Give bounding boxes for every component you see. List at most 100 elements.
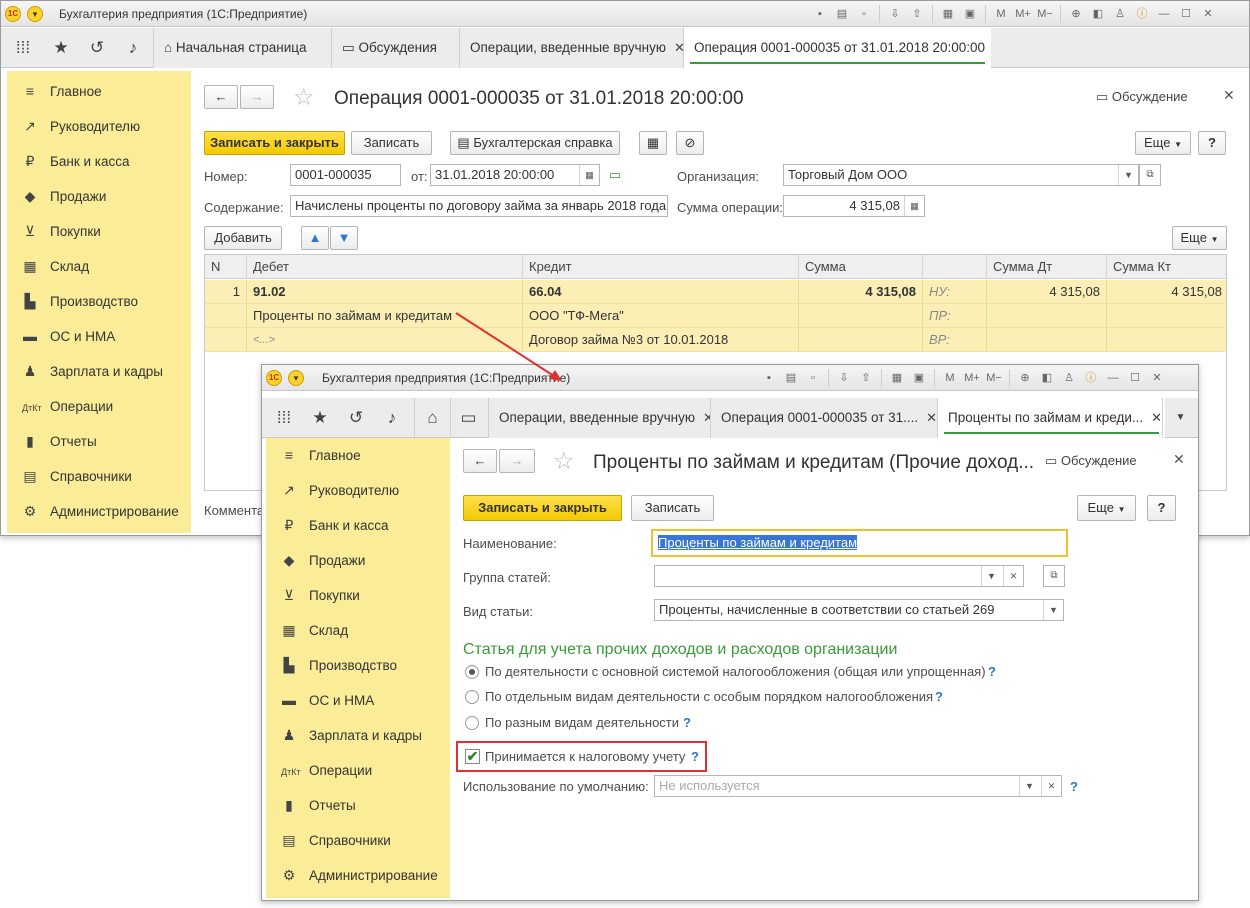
sidebar-item-admin[interactable]: ⚙ Администрирование — [22, 494, 179, 529]
calendar-icon[interactable]: ▣ — [910, 369, 928, 387]
sidebar-item-production[interactable]: ▙ Производство — [281, 648, 397, 683]
sidebar-item-main[interactable]: ≡ Главное — [281, 438, 361, 473]
import-icon[interactable]: ⇩ — [835, 369, 853, 387]
help-button[interactable]: ? — [1198, 131, 1226, 155]
zoom-icon[interactable]: ⊕ — [1016, 369, 1034, 387]
back-button[interactable]: ← — [204, 85, 238, 109]
sidebar-item-bank[interactable]: ₽ Банк и касса — [22, 144, 130, 179]
save-close-button[interactable]: Записать и закрыть — [204, 131, 345, 155]
sidebar-item-assets[interactable]: ▬ ОС и НМА — [281, 683, 374, 718]
col-sum-kt[interactable]: Сумма Кт — [1107, 255, 1228, 279]
help-button[interactable]: ? — [1147, 495, 1176, 521]
zoom-icon[interactable]: ⊕ — [1067, 5, 1085, 23]
close-icon[interactable]: ✕ — [1199, 5, 1217, 23]
close-icon[interactable]: ✕ — [1148, 369, 1166, 387]
sidebar-item-bank[interactable]: ₽ Банк и касса — [281, 508, 389, 543]
name-field[interactable]: Проценты по займам и кредитам — [651, 529, 1068, 557]
memory-plus-icon[interactable]: M+ — [963, 369, 981, 387]
sidebar-item-admin[interactable]: ⚙ Администрирование — [281, 858, 438, 893]
memory-m-icon[interactable]: M — [941, 369, 959, 387]
discussion-link[interactable]: ▭ Обсуждение — [1096, 89, 1188, 105]
notifications-bell-icon[interactable]: ♪ — [374, 398, 410, 438]
default-usage-field[interactable]: Не используется ▼ ✕ — [654, 775, 1062, 797]
sidebar-item-sales[interactable]: ◆ Продажи — [281, 543, 366, 578]
history-icon[interactable]: ↺ — [338, 398, 374, 438]
close-tab-icon[interactable]: ✕ — [1151, 410, 1162, 425]
tab-operation[interactable]: Операция 0001-000035 от 31.01.2018 20:00… — [683, 28, 991, 68]
close-tab-icon[interactable]: ✕ — [674, 40, 683, 55]
forward-button[interactable]: → — [499, 449, 535, 473]
structure-button[interactable]: ▦ — [639, 131, 667, 155]
table-row[interactable]: 1 91.02 66.04 4 315,08 НУ: 4 315,08 4 31… — [205, 280, 1226, 304]
info-icon[interactable]: ⓘ — [1082, 369, 1100, 387]
help-question-icon[interactable]: ? — [691, 749, 699, 764]
favorites-star-icon[interactable]: ★ — [43, 28, 79, 68]
home-icon[interactable]: ⌂ — [414, 398, 450, 438]
tab-operation[interactable]: Операция 0001-000035 от 31.... ✕ — [710, 398, 937, 438]
organization-field[interactable]: Торговый Дом ООО ▼ — [783, 164, 1139, 186]
sidebar-item-catalogs[interactable]: ▤ Справочники — [22, 459, 131, 494]
add-row-button[interactable]: Добавить — [204, 226, 282, 250]
help-question-icon[interactable]: ? — [935, 689, 943, 704]
sidebar-item-sales[interactable]: ◆ Продажи — [22, 179, 107, 214]
col-n[interactable]: N — [205, 255, 247, 279]
number-field[interactable]: 0001-000035 — [290, 164, 401, 186]
calculator-icon[interactable]: ▦ — [939, 5, 957, 23]
close-tab-icon[interactable]: ✕ — [926, 410, 937, 425]
calendar-icon[interactable]: ▦ — [579, 165, 599, 185]
forward-button[interactable]: → — [240, 85, 274, 109]
move-down-button[interactable]: ▼ — [330, 226, 358, 250]
sidebar-item-salary[interactable]: ♟ Зарплата и кадры — [22, 354, 163, 389]
radio-special-order[interactable] — [465, 690, 479, 704]
attach-button[interactable]: ⊘ — [676, 131, 704, 155]
import-icon[interactable]: ⇩ — [886, 5, 904, 23]
apps-grid-icon[interactable]: ⁞⁞⁞ — [266, 398, 302, 438]
sidebar-item-warehouse[interactable]: ▦ Склад — [281, 613, 348, 648]
radio-main-system-label[interactable]: По деятельности с основной системой нало… — [485, 664, 986, 679]
radio-main-system[interactable] — [465, 665, 479, 679]
save-icon[interactable]: ▪ — [811, 5, 829, 23]
col-sum[interactable]: Сумма — [799, 255, 923, 279]
favorites-star-icon[interactable]: ★ — [302, 398, 338, 438]
sidebar-item-catalogs[interactable]: ▤ Справочники — [281, 823, 390, 858]
sidebar-item-operations[interactable]: ДтКт Операции — [281, 753, 372, 788]
table-more-button[interactable]: Еще ▼ — [1172, 226, 1227, 250]
notifications-bell-icon[interactable]: ♪ — [115, 28, 151, 68]
memory-minus-icon[interactable]: M− — [1036, 5, 1054, 23]
sidebar-item-main[interactable]: ≡ Главное — [22, 74, 102, 109]
chevron-down-icon[interactable]: ▼ — [1043, 600, 1063, 620]
doc-link-icon[interactable]: ▭ — [609, 167, 621, 183]
content-field[interactable]: Начислены проценты по договору займа за … — [290, 195, 668, 217]
sidebar-item-purchases[interactable]: ⊻ Покупки — [22, 214, 101, 249]
save-icon[interactable]: ▪ — [760, 369, 778, 387]
chevron-down-icon[interactable]: ▼ — [1019, 776, 1039, 796]
group-field[interactable]: ▼ ✕ — [654, 565, 1024, 587]
main-menu-icon[interactable]: ▾ — [27, 6, 43, 22]
minimize-icon[interactable]: — — [1104, 369, 1122, 387]
favorite-star-icon[interactable]: ☆ — [293, 83, 315, 112]
sidebar-item-purchases[interactable]: ⊻ Покупки — [281, 578, 360, 613]
export-icon[interactable]: ⇧ — [857, 369, 875, 387]
print-icon[interactable]: ▤ — [833, 5, 851, 23]
sidebar-item-manager[interactable]: ↗ Руководителю — [281, 473, 399, 508]
col-sum-dt[interactable]: Сумма Дт — [987, 255, 1107, 279]
open-organization-icon[interactable]: ⧉ — [1139, 164, 1161, 186]
tab-manual-operations[interactable]: Операции, введенные вручную✕ — [459, 28, 683, 68]
sidebar-item-manager[interactable]: ↗ Руководителю — [22, 109, 140, 144]
close-tab-icon[interactable]: ✕ — [703, 410, 710, 425]
calendar-icon[interactable]: ▣ — [961, 5, 979, 23]
tabs-dropdown-icon[interactable]: ▼ — [1162, 398, 1198, 438]
memory-m-icon[interactable]: M — [992, 5, 1010, 23]
sidebar-item-reports[interactable]: ▮ Отчеты — [22, 424, 97, 459]
date-field[interactable]: 31.01.2018 20:00:00 ▦ — [430, 164, 600, 186]
sum-field[interactable]: 4 315,08 ▦ — [783, 195, 925, 217]
col-debit[interactable]: Дебет — [247, 255, 523, 279]
save-close-button[interactable]: Записать и закрыть — [463, 495, 622, 521]
sidebar-item-salary[interactable]: ♟ Зарплата и кадры — [281, 718, 422, 753]
sidebar-item-assets[interactable]: ▬ ОС и НМА — [22, 319, 115, 354]
preview-icon[interactable]: ▫ — [855, 5, 873, 23]
more-button[interactable]: Еще ▼ — [1135, 131, 1191, 155]
kind-field[interactable]: Проценты, начисленные в соответствии со … — [654, 599, 1064, 621]
sidebar-item-reports[interactable]: ▮ Отчеты — [281, 788, 356, 823]
tab-home[interactable]: ⌂ Начальная страница — [153, 28, 331, 68]
